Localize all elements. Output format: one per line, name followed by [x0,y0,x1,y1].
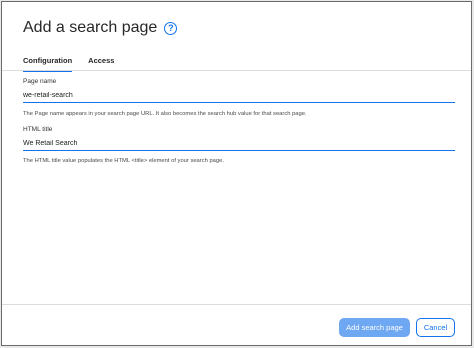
html-title-input[interactable] [23,136,455,151]
page-name-helper: The Page name appears in your search pag… [23,111,307,117]
page-name-label: Page name [23,78,57,85]
add-search-page-button[interactable]: Add search page [339,318,410,337]
html-title-helper: The HTML title value populates the HTML … [23,158,224,164]
page-name-input[interactable] [23,88,455,103]
tabs-divider [2,70,471,71]
footer-divider [2,304,471,305]
dialog-title: Add a search page [23,19,158,36]
html-title-label: HTML title [23,126,53,133]
help-icon[interactable]: ? [164,21,178,35]
add-search-page-dialog: Add a search page ? Configuration Access… [1,1,472,346]
dialog-header: Add a search page ? [23,19,178,37]
cancel-button[interactable]: Cancel [416,318,455,337]
